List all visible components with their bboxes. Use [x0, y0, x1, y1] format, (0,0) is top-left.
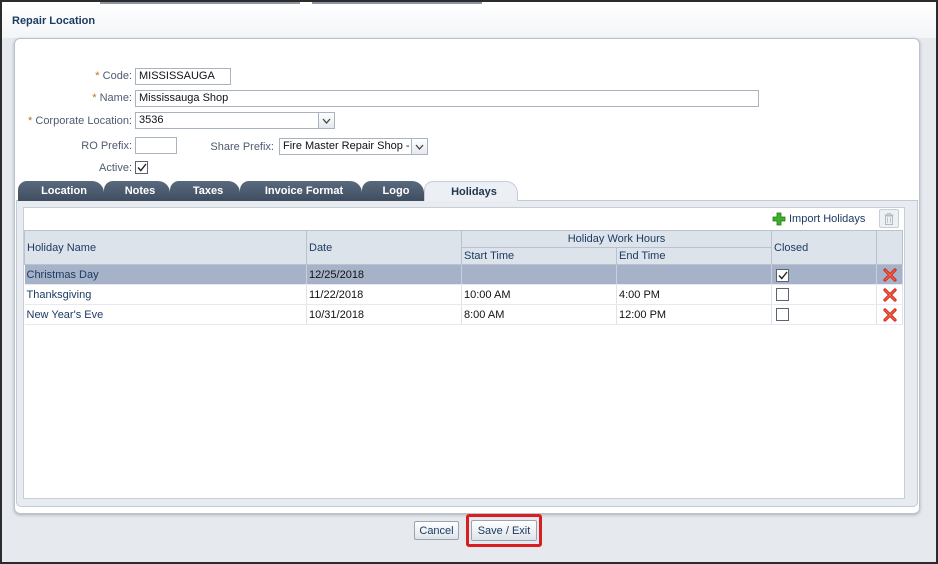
highlight-annotation [466, 514, 542, 547]
corporate-location-label: * Corporate Location: [28, 115, 132, 127]
date-cell: 12/25/2018 [306, 264, 462, 285]
closed-checkbox[interactable] [776, 307, 790, 321]
check-icon [778, 271, 788, 280]
end-time-cell: 12:00 PM [616, 304, 773, 325]
plus-icon [772, 212, 786, 226]
delete-row-cell [876, 304, 904, 325]
corporate-location-select[interactable]: 3536 [135, 112, 335, 129]
column-group-work-hours: Holiday Work Hours [460, 230, 773, 248]
tab-logo[interactable]: Logo [362, 181, 424, 201]
name-field[interactable]: Mississauga Shop [135, 90, 759, 107]
trash-icon [884, 212, 894, 225]
column-header-start-time[interactable]: Start Time [461, 247, 617, 265]
check-icon [136, 163, 147, 172]
ro-prefix-field[interactable] [135, 137, 177, 154]
chevron-down-icon[interactable] [411, 139, 427, 154]
column-header-end-time[interactable]: End Time [615, 247, 773, 265]
date-cell: 11/22/2018 [306, 284, 462, 305]
start-time-cell [461, 264, 617, 285]
ro-prefix-label: RO Prefix: [81, 140, 132, 152]
code-field[interactable]: MISSISSAUGA [135, 68, 231, 85]
share-prefix-value: Fire Master Repair Shop - [283, 140, 410, 152]
share-prefix-select[interactable]: Fire Master Repair Shop - [279, 138, 428, 155]
cancel-button[interactable]: Cancel [414, 521, 459, 540]
closed-checkbox[interactable] [776, 287, 790, 301]
tab-invoice-format[interactable]: Invoice Format [240, 181, 362, 201]
code-label: * Code: [95, 70, 132, 82]
end-time-cell: 4:00 PM [616, 284, 773, 305]
start-time-cell: 10:00 AM [461, 284, 617, 305]
column-header-actions [876, 230, 904, 265]
delete-x-icon[interactable] [882, 287, 897, 302]
delete-row-cell [876, 284, 904, 305]
column-header-holiday-name[interactable]: Holiday Name [24, 230, 307, 265]
holidays-table: Holiday Name Date Holiday Work Hours Clo… [24, 230, 904, 325]
holiday-name-cell[interactable]: Christmas Day [24, 264, 307, 285]
dialog-header: Repair Location [2, 2, 936, 38]
import-holidays-label: Import Holidays [789, 213, 866, 225]
table-row[interactable]: Christmas Day 12/25/2018 [24, 264, 904, 285]
tab-notes[interactable]: Notes [104, 181, 170, 201]
corporate-location-value: 3536 [139, 114, 164, 126]
table-row[interactable]: New Year's Eve 10/31/2018 8:00 AM 12:00 … [24, 304, 904, 325]
holiday-name-cell[interactable]: Thanksgiving [24, 284, 307, 305]
column-header-date[interactable]: Date [306, 230, 462, 265]
table-row[interactable]: Thanksgiving 11/22/2018 10:00 AM 4:00 PM [24, 284, 904, 305]
active-label: Active: [98, 162, 132, 174]
start-time-cell: 8:00 AM [461, 304, 617, 325]
share-prefix-label: Share Prefix: [210, 141, 274, 153]
delete-x-icon[interactable] [882, 307, 897, 322]
closed-cell [771, 304, 878, 325]
column-header-closed[interactable]: Closed [771, 230, 878, 265]
tab-taxes[interactable]: Taxes [170, 181, 240, 201]
active-checkbox[interactable] [135, 161, 148, 174]
date-cell: 10/31/2018 [306, 304, 462, 325]
end-time-cell [616, 264, 773, 285]
closed-cell [771, 264, 878, 285]
header-divider [100, 2, 300, 4]
name-label: * Name: [92, 92, 132, 104]
header-divider [312, 2, 482, 4]
dialog-title: Repair Location [12, 15, 96, 27]
closed-checkbox[interactable] [776, 268, 790, 282]
import-holidays-button[interactable]: Import Holidays [772, 211, 865, 227]
tab-location[interactable]: Location [18, 181, 104, 201]
chevron-down-icon[interactable] [318, 113, 334, 128]
closed-cell [771, 284, 878, 305]
holiday-name-cell[interactable]: New Year's Eve [24, 304, 307, 325]
delete-row-cell [876, 264, 904, 285]
delete-button[interactable] [879, 209, 899, 228]
delete-x-icon[interactable] [882, 267, 897, 282]
tab-holidays[interactable]: Holidays [424, 181, 518, 201]
